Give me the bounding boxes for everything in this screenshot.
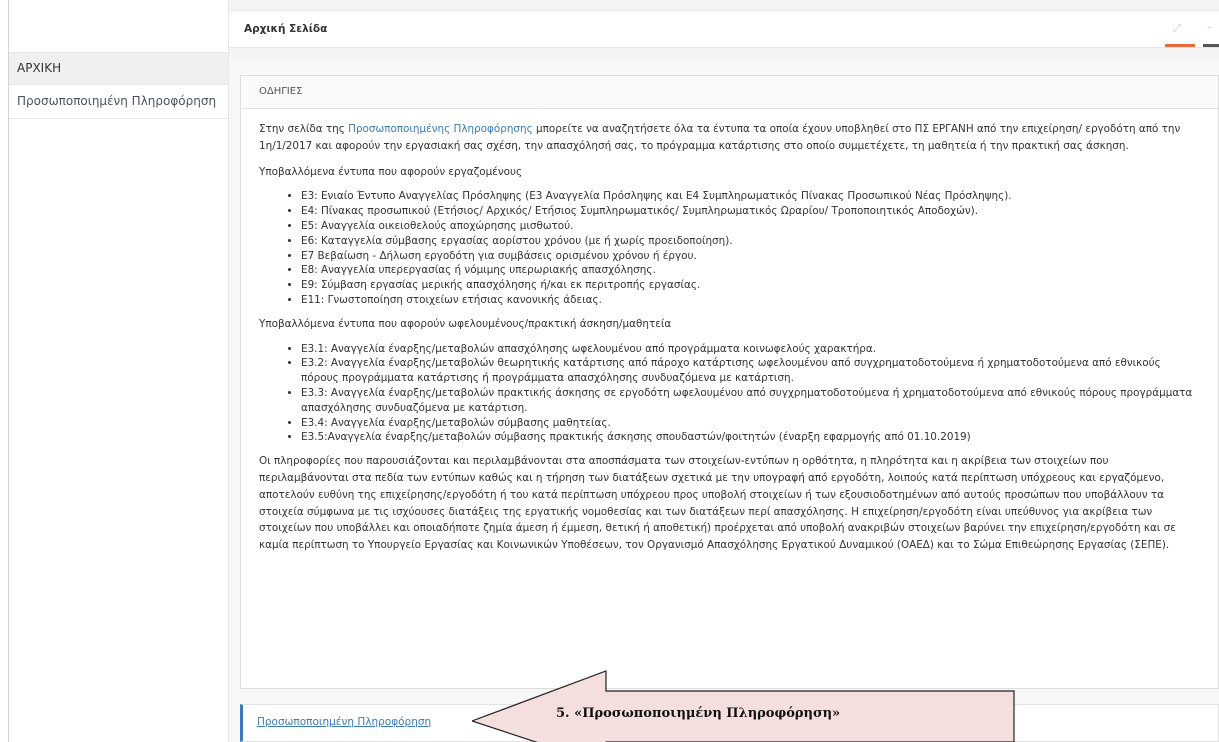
list-item: Ε3.4: Αναγγελία έναρξης/μεταβολών σύμβασ… bbox=[301, 416, 1200, 431]
personalized-info-link[interactable]: Προσωποποιημένη Πληροφόρηση bbox=[257, 716, 431, 728]
left-edge-strip bbox=[0, 0, 9, 742]
expand-icon[interactable]: ⤢ bbox=[1173, 23, 1181, 34]
list-item: Ε3.5:Αναγγελία έναρξης/μεταβολών σύμβαση… bbox=[301, 430, 1200, 445]
tab-indicator bbox=[1203, 44, 1219, 47]
intro-paragraph: Στην σελίδα της Προσωποποιημένης Πληροφό… bbox=[259, 121, 1200, 155]
list-item: Ε5: Αναγγελία οικειοθελούς αποχώρησης μι… bbox=[301, 219, 1200, 234]
panel-body: Στην σελίδα της Προσωποποιημένης Πληροφό… bbox=[241, 109, 1218, 575]
list-item: Ε3: Ενιαίο Έντυπο Αναγγελίας Πρόσληψης (… bbox=[301, 189, 1200, 204]
list-item: Ε3.1: Αναγγελία έναρξης/μεταβολών απασχό… bbox=[301, 342, 1200, 357]
intro-text-before: Στην σελίδα της bbox=[259, 123, 349, 135]
minimize-icon[interactable]: – bbox=[1207, 22, 1212, 33]
header-bar: Αρχική Σελίδα ⤢ – bbox=[229, 0, 1219, 58]
list-item: Ε3.2: Αναγγελία έναρξης/μεταβολών θεωρητ… bbox=[301, 356, 1200, 386]
list-item: Ε7 Βεβαίωση - Δήλωση εργοδότη για συμβάσ… bbox=[301, 249, 1200, 264]
beneficiaries-forms-list: Ε3.1: Αναγγελία έναρξης/μεταβολών απασχό… bbox=[259, 342, 1200, 446]
active-tab-indicator bbox=[1165, 44, 1195, 47]
list-item: Ε8: Αναγγελία υπερεργασίας ή νόμιμης υπε… bbox=[301, 263, 1200, 278]
list-item: Ε4: Πίνακας προσωπικού (Ετήσιος/ Αρχικός… bbox=[301, 204, 1200, 219]
callout-label: 5. «Προσωποποιημένη Πληροφόρηση» bbox=[556, 706, 841, 721]
personalized-info-inline-link[interactable]: Προσωποποιημένης Πληροφόρησης bbox=[348, 123, 533, 135]
sidebar: ΑΡΧΙΚΗ Προσωποποιημένη Πληροφόρηση bbox=[9, 0, 229, 742]
sidebar-top-spacer bbox=[9, 0, 228, 52]
header-inner: Αρχική Σελίδα ⤢ – bbox=[229, 10, 1219, 48]
list-item: Ε11: Γνωστοποίηση στοιχείων ετήσιας κανο… bbox=[301, 293, 1200, 308]
panel-title: ΟΔΗΓΙΕΣ bbox=[241, 76, 1218, 109]
instructions-panel: ΟΔΗΓΙΕΣ Στην σελίδα της Προσωποποιημένης… bbox=[240, 75, 1219, 689]
sidebar-item-home[interactable]: ΑΡΧΙΚΗ bbox=[9, 52, 228, 85]
disclaimer-paragraph: Οι πληροφορίες που παρουσιάζονται και πε… bbox=[259, 455, 1176, 552]
list-item: Ε9: Σύμβαση εργασίας μερικής απασχόλησης… bbox=[301, 278, 1200, 293]
list-item: Ε3.3: Αναγγελία έναρξης/μεταβολών πρακτι… bbox=[301, 386, 1200, 416]
employees-forms-list: Ε3: Ενιαίο Έντυπο Αναγγελίας Πρόσληψης (… bbox=[259, 189, 1200, 307]
sidebar-item-personalized-info[interactable]: Προσωποποιημένη Πληροφόρηση bbox=[9, 85, 228, 119]
page-title: Αρχική Σελίδα bbox=[244, 23, 328, 35]
beneficiaries-forms-heading: Υποβαλλόμενα έντυπα που αφορούν ωφελουμέ… bbox=[259, 317, 672, 330]
list-item: Ε6: Καταγγελία σύμβασης εργασίας αορίστο… bbox=[301, 234, 1200, 249]
employees-forms-heading: Υποβαλλόμενα έντυπα που αφορούν εργαζομέ… bbox=[259, 165, 523, 178]
